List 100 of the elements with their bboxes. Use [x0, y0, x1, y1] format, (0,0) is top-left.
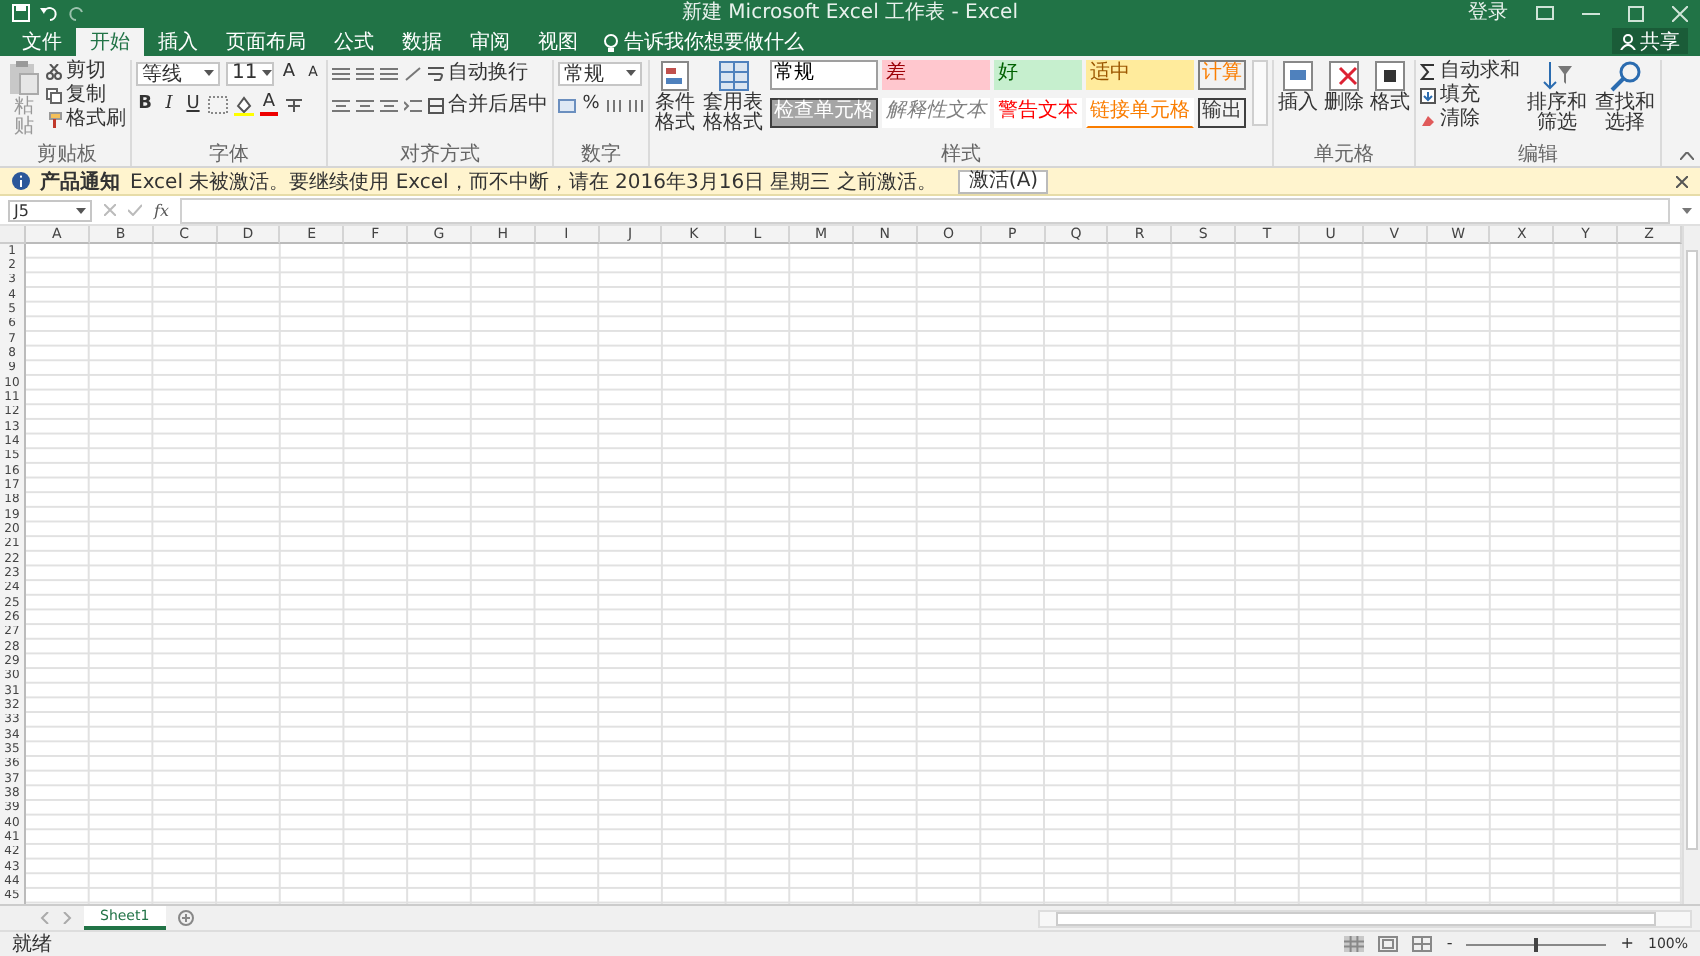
expand-icon[interactable]: [1682, 207, 1692, 213]
orientation-icon[interactable]: [404, 65, 422, 81]
vertical-scrollbar[interactable]: [1682, 226, 1700, 904]
bold-button[interactable]: B: [136, 94, 154, 116]
group-label: 字体: [207, 144, 251, 166]
caret-icon: [204, 70, 214, 76]
activate-button[interactable]: 激活(A): [958, 169, 1049, 193]
indent-icon[interactable]: [404, 97, 422, 113]
page-layout-icon[interactable]: [1378, 936, 1399, 952]
percent-button[interactable]: %: [582, 94, 600, 116]
fill-button[interactable]: 填充: [1420, 84, 1520, 108]
fill-down-icon: [1420, 88, 1436, 104]
cell-style[interactable]: 适中: [1086, 60, 1194, 90]
add-sheet-icon[interactable]: [177, 910, 194, 926]
group-label: 对齐方式: [398, 144, 482, 166]
sort-filter-icon: [1541, 60, 1573, 92]
formula-input[interactable]: [180, 197, 1670, 223]
normal-view-icon[interactable]: [1344, 936, 1365, 952]
window-title: 新建 Microsoft Excel 工作表 - Excel: [680, 0, 1020, 26]
info-icon: [12, 172, 30, 190]
ribbon-tab[interactable]: 数据: [388, 28, 456, 56]
person-icon: [1620, 33, 1636, 49]
caret-icon: [626, 70, 636, 76]
ribbon-tab[interactable]: 审阅: [456, 28, 524, 56]
insert-function-button[interactable]: fx: [154, 201, 169, 219]
wrap-text-button[interactable]: 自动换行: [428, 61, 528, 85]
cut-button[interactable]: 剪切: [46, 60, 126, 84]
next-sheet-icon[interactable]: [62, 912, 72, 924]
ribbon-tab[interactable]: 视图: [524, 28, 592, 56]
fill-color-icon[interactable]: [234, 95, 254, 115]
copy-icon: [46, 88, 62, 104]
redo-icon[interactable]: [68, 4, 86, 22]
caret-icon: [76, 207, 86, 213]
paintbrush-icon: [46, 112, 62, 128]
format-cells-button[interactable]: 格式: [1370, 60, 1410, 114]
page-break-icon[interactable]: [1412, 936, 1433, 952]
format-as-table-button[interactable]: 套用表格格式: [702, 60, 764, 134]
gallery-scrollbar[interactable]: [1252, 60, 1268, 126]
ribbon-tab[interactable]: 插入: [144, 28, 212, 56]
font-name-dropdown[interactable]: 等线: [136, 61, 220, 85]
ribbon-tab[interactable]: 开始: [76, 28, 144, 56]
table-icon: [717, 60, 749, 92]
horizontal-scrollbar[interactable]: [1038, 909, 1692, 927]
font-color-button[interactable]: A: [260, 94, 278, 116]
autosum-button[interactable]: 自动求和: [1420, 60, 1520, 84]
align-icon[interactable]: [380, 65, 398, 81]
ribbon-tab[interactable]: 页面布局: [212, 28, 320, 56]
clear-button[interactable]: 清除: [1420, 108, 1520, 132]
tell-me-field[interactable]: 告诉我你想要做什么: [624, 28, 804, 56]
ribbon-display-icon[interactable]: [1536, 6, 1554, 20]
group-label: 剪贴板: [35, 144, 99, 166]
align-icon[interactable]: [332, 97, 350, 113]
italic-button[interactable]: I: [160, 94, 178, 116]
caret-icon: [261, 70, 272, 76]
cell-grid[interactable]: [26, 244, 1682, 904]
merge-center-button[interactable]: 合并后居中: [428, 93, 548, 117]
cell-style[interactable]: 输出: [1198, 98, 1246, 128]
phonetic-icon[interactable]: [284, 96, 304, 114]
sort-filter-button[interactable]: 排序和筛选: [1526, 60, 1588, 134]
group-label: 单元格: [1312, 144, 1376, 166]
name-box[interactable]: J5: [8, 199, 92, 221]
group-label: 数字: [579, 144, 623, 166]
align-icon[interactable]: [356, 65, 374, 81]
cell-style[interactable]: 差: [882, 60, 990, 90]
save-icon[interactable]: [12, 4, 30, 22]
align-icon[interactable]: [332, 65, 350, 81]
currency-icon[interactable]: [558, 97, 576, 113]
undo-icon[interactable]: [40, 4, 58, 22]
wrap-text-icon: [428, 65, 444, 81]
zoom-out-button[interactable]: -: [1446, 936, 1453, 952]
share-button[interactable]: 共享: [1612, 28, 1688, 54]
cell-style[interactable]: 解释性文本: [882, 98, 990, 128]
ribbon-tab[interactable]: 文件: [8, 28, 76, 56]
zoom-in-button[interactable]: +: [1620, 936, 1634, 952]
lightbulb-icon: [604, 33, 618, 51]
sign-in-button[interactable]: 登录: [1468, 1, 1508, 25]
cell-style[interactable]: 常规: [770, 60, 878, 90]
ribbon-tab[interactable]: 公式: [320, 28, 388, 56]
conditional-format-button[interactable]: 条件格式: [654, 60, 696, 134]
cell-style[interactable]: 警告文本: [994, 98, 1082, 128]
border-icon[interactable]: [208, 96, 228, 114]
underline-button[interactable]: U: [184, 94, 202, 116]
previous-sheet-icon[interactable]: [40, 912, 50, 924]
maximize-icon[interactable]: [1628, 5, 1644, 21]
number-format-dropdown[interactable]: 常规: [558, 61, 642, 85]
find-select-button[interactable]: 查找和选择: [1594, 60, 1656, 134]
align-icon[interactable]: [356, 97, 374, 113]
copy-button[interactable]: 复制: [46, 84, 126, 108]
font-size-dropdown[interactable]: 11: [226, 61, 274, 85]
search-icon: [1609, 60, 1641, 92]
align-icon[interactable]: [380, 97, 398, 113]
delete-cells-button[interactable]: 删除: [1324, 60, 1364, 114]
clipboard-icon: [8, 60, 40, 96]
grow-font-button[interactable]: A: [280, 62, 298, 84]
collapse-ribbon-icon[interactable]: [1680, 152, 1694, 160]
insert-cells-button[interactable]: 插入: [1278, 60, 1318, 114]
format-painter-button[interactable]: 格式刷: [46, 108, 126, 132]
group-label: 样式: [939, 144, 983, 166]
close-icon[interactable]: [1676, 175, 1688, 187]
cell-style[interactable]: 好: [994, 60, 1082, 90]
